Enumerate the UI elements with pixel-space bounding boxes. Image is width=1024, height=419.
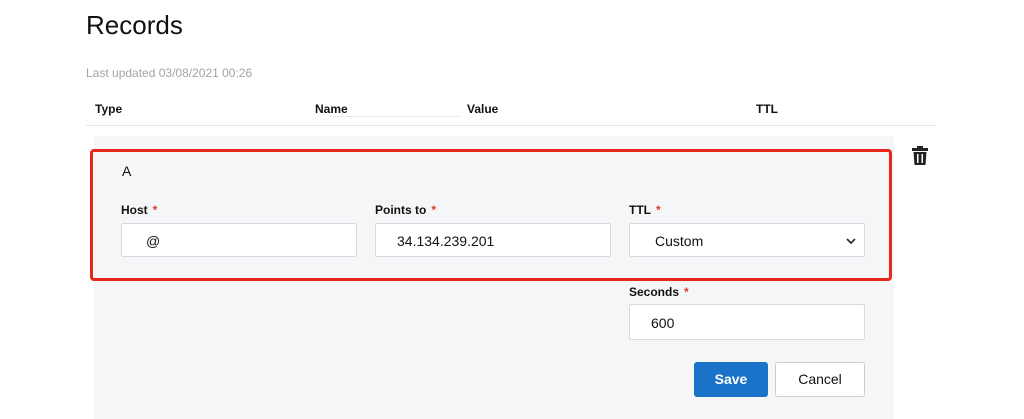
page-title: Records — [86, 10, 183, 40]
cancel-button[interactable]: Cancel — [775, 362, 865, 397]
save-button[interactable]: Save — [694, 362, 768, 397]
seconds-label: Seconds * — [629, 285, 689, 299]
column-header-value: Value — [467, 102, 499, 116]
seconds-input[interactable]: 600 — [629, 304, 865, 340]
column-header-name: Name — [315, 102, 348, 116]
highlight-box — [90, 149, 892, 281]
last-updated-text: Last updated 03/08/2021 00:26 — [86, 66, 253, 80]
required-marker: * — [684, 285, 689, 299]
column-header-type: Type — [95, 102, 123, 116]
table-header-divider — [86, 125, 936, 126]
trash-icon[interactable] — [911, 146, 929, 165]
column-header-ttl: TTL — [756, 102, 778, 116]
name-column-underline — [330, 116, 460, 117]
seconds-label-text: Seconds — [629, 285, 680, 299]
